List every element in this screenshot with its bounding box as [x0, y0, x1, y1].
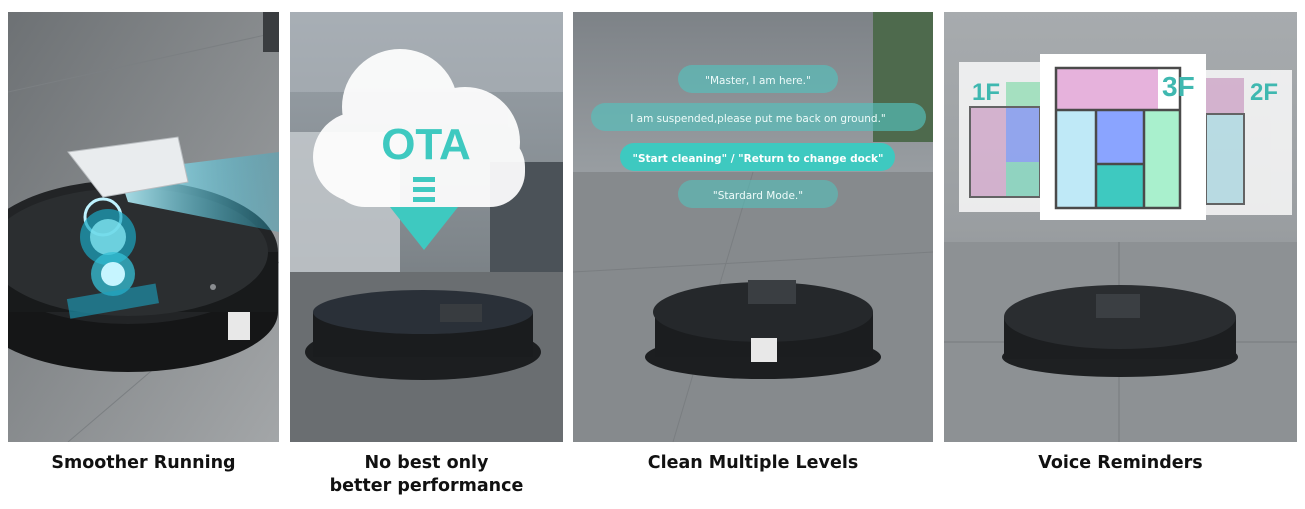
- voice-message-1: "Master, I am here.": [705, 75, 811, 87]
- floor-label-3f: 3F: [1162, 71, 1195, 102]
- caption-line: Clean Multiple Levels: [647, 453, 859, 473]
- image-smoother-running: [8, 12, 279, 442]
- image-ota-update: OTA: [290, 12, 563, 442]
- floor-label-1f: 1F: [972, 79, 1000, 106]
- caption-voice-reminders: Voice Reminders: [944, 452, 1297, 475]
- floor-label-2f: 2F: [1250, 79, 1278, 106]
- image-floor-maps: 1F 3F 2F: [944, 12, 1297, 442]
- image-voice-messages: "Master, I am here." I am suspended,plea…: [573, 12, 933, 442]
- voice-message-3: "Start cleaning" / "Return to change doc…: [632, 153, 883, 165]
- caption-line: No best only: [364, 453, 489, 473]
- caption-line: better performance: [329, 476, 524, 496]
- caption-line: Smoother Running: [51, 453, 236, 473]
- voice-message-2: I am suspended,please put me back on gro…: [630, 113, 886, 125]
- voice-message-4: "Stardard Mode.": [713, 190, 803, 202]
- caption-better-performance: No best only better performance: [290, 452, 563, 498]
- caption-clean-multiple-levels: Clean Multiple Levels: [573, 452, 933, 475]
- caption-line: Voice Reminders: [1038, 453, 1203, 473]
- robot-exploded-illustration: [8, 12, 279, 442]
- caption-smoother-running: Smoother Running: [8, 452, 279, 475]
- ota-label: OTA: [381, 120, 471, 169]
